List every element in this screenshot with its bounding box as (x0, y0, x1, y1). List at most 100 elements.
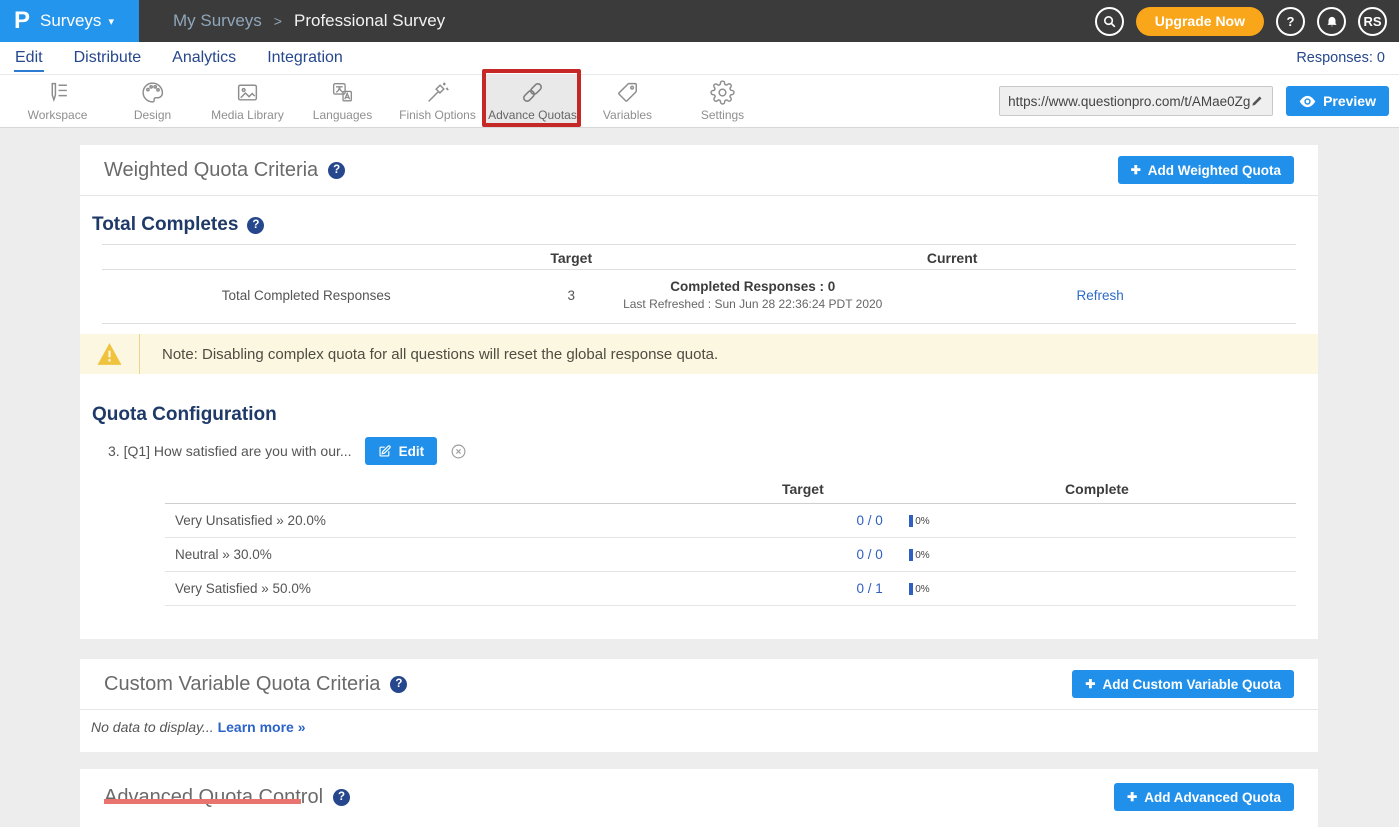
total-completes-title: Total Completes (92, 214, 238, 236)
warning-triangle-icon (96, 342, 123, 366)
user-avatar[interactable]: RS (1358, 7, 1387, 36)
workspace-icon (45, 80, 70, 105)
magic-wand-icon (425, 80, 450, 105)
translate-icon (330, 80, 355, 105)
weighted-quota-title: Weighted Quota Criteria ? (104, 159, 345, 182)
preview-button[interactable]: Preview (1286, 86, 1389, 116)
chevron-down-icon: ▾ (108, 15, 114, 28)
completed-responses-count: Completed Responses : 0 (623, 279, 882, 294)
table-row: Very Satisfied » 50.0% 0 / 1 0% (165, 572, 1296, 606)
tab-integration[interactable]: Integration (266, 45, 344, 72)
toolbar-item-design[interactable]: Design (105, 75, 200, 127)
tab-analytics[interactable]: Analytics (171, 45, 237, 72)
breadcrumb-current-survey: Professional Survey (294, 11, 445, 31)
answer-option-label: Very Unsatisfied » 20.0% (175, 513, 326, 528)
edit-pencil-icon (378, 444, 392, 458)
total-completes-table: Target Current Total Completed Responses… (102, 244, 1296, 324)
target-value: 3 (567, 288, 575, 303)
total-completes-help-icon[interactable]: ? (247, 217, 264, 234)
total-completes-header-row: Target Current (102, 244, 1296, 270)
percent-value: 0% (915, 516, 929, 527)
refresh-link[interactable]: Refresh (1077, 288, 1124, 303)
responses-count[interactable]: Responses: 0 (1296, 50, 1385, 66)
target-count: 0 / 0 (856, 513, 882, 528)
answer-option-label: Very Satisfied » 50.0% (175, 581, 311, 596)
product-name: Surveys ▾ (40, 11, 114, 31)
topbar-actions: Upgrade Now ? RS (1095, 0, 1399, 42)
add-weighted-quota-button[interactable]: ✚ Add Weighted Quota (1118, 156, 1294, 184)
edit-url-pencil-icon[interactable] (1250, 94, 1264, 108)
gear-icon (710, 80, 735, 105)
module-nav: Edit Distribute Analytics Integration Re… (0, 42, 1399, 75)
progress-meter: 0% (909, 583, 929, 595)
edit-quota-button[interactable]: Edit (365, 437, 438, 465)
quota-question-row: 3. [Q1] How satisfied are you with our..… (108, 437, 1318, 465)
chain-links-icon (520, 80, 545, 105)
surveys-product-switcher[interactable]: P Surveys ▾ (0, 0, 139, 42)
eye-icon (1299, 95, 1316, 108)
search-icon (1102, 14, 1117, 29)
last-refreshed-timestamp: Last Refreshed : Sun Jun 28 22:36:24 PDT… (623, 297, 882, 311)
breadcrumb-separator: > (274, 13, 282, 29)
total-completed-responses-label: Total Completed Responses (222, 288, 391, 303)
toolbar-item-settings[interactable]: Settings (675, 75, 770, 127)
current-status: Completed Responses : 0 Last Refreshed :… (623, 279, 882, 311)
note-banner: Note: Disabling complex quota for all qu… (80, 334, 1318, 374)
plus-icon: ✚ (1131, 163, 1141, 177)
toolbar-item-finish-options[interactable]: Finish Options (390, 75, 485, 127)
survey-url-input[interactable] (1008, 94, 1250, 109)
tab-edit[interactable]: Edit (14, 45, 44, 72)
advanced-quota-title: Advanced Quota Control ? (104, 786, 350, 809)
answer-option-label: Neutral » 30.0% (175, 547, 272, 562)
target-count: 0 / 0 (856, 547, 882, 562)
bell-icon (1325, 14, 1339, 28)
toolbar-item-advance-quotas[interactable]: Advance Quotas (485, 75, 580, 127)
column-target: Target (782, 481, 824, 497)
quota-configuration-title: Quota Configuration (92, 404, 1306, 426)
custom-variable-quota-card: Custom Variable Quota Criteria ? ✚ Add C… (80, 659, 1318, 752)
weighted-quota-card: Weighted Quota Criteria ? ✚ Add Weighted… (80, 145, 1318, 639)
palette-icon (140, 80, 165, 105)
add-custom-variable-quota-button[interactable]: ✚ Add Custom Variable Quota (1072, 670, 1294, 698)
advanced-quota-card: Advanced Quota Control ? ✚ Add Advanced … (80, 769, 1318, 827)
percent-value: 0% (915, 550, 929, 561)
progress-meter: 0% (909, 515, 929, 527)
percent-value: 0% (915, 584, 929, 595)
column-current: Current (927, 250, 978, 266)
column-complete: Complete (1065, 481, 1129, 497)
total-completes-row: Total Completed Responses 3 Completed Re… (102, 270, 1296, 324)
question-mark-icon: ? (1287, 14, 1295, 29)
upgrade-now-button[interactable]: Upgrade Now (1136, 7, 1264, 36)
tab-distribute[interactable]: Distribute (73, 45, 143, 72)
toolbar-item-languages[interactable]: Languages (295, 75, 390, 127)
no-data-text: No data to display... (91, 719, 214, 735)
toolbar-item-workspace[interactable]: Workspace (10, 75, 105, 127)
notifications-button[interactable] (1317, 7, 1346, 36)
toolbar-item-media-library[interactable]: Media Library (200, 75, 295, 127)
learn-more-link[interactable]: Learn more » (218, 719, 306, 735)
table-row: Neutral » 30.0% 0 / 0 0% (165, 538, 1296, 572)
progress-bar (909, 583, 913, 595)
custom-variable-help-icon[interactable]: ? (390, 676, 407, 693)
weighted-quota-help-icon[interactable]: ? (328, 162, 345, 179)
add-advanced-quota-button[interactable]: ✚ Add Advanced Quota (1114, 783, 1294, 811)
search-button[interactable] (1095, 7, 1124, 36)
progress-bar (909, 549, 913, 561)
table-row: Very Unsatisfied » 20.0% 0 / 0 0% (165, 504, 1296, 538)
breadcrumb-my-surveys[interactable]: My Surveys (173, 11, 262, 31)
quota-config-header-row: Target Complete (165, 474, 1296, 504)
help-button[interactable]: ? (1276, 7, 1305, 36)
edit-toolbar: Workspace Design Media Library Languages… (0, 75, 1399, 128)
column-target: Target (550, 250, 592, 266)
plus-icon: ✚ (1085, 677, 1095, 691)
note-text: Note: Disabling complex quota for all qu… (140, 334, 718, 374)
breadcrumb: My Surveys > Professional Survey (139, 0, 445, 42)
advanced-quota-help-icon[interactable]: ? (333, 789, 350, 806)
tag-icon (615, 80, 640, 105)
progress-bar (909, 515, 913, 527)
remove-quota-icon[interactable] (450, 443, 467, 460)
plus-icon: ✚ (1127, 790, 1137, 804)
survey-url-field[interactable] (999, 86, 1273, 116)
progress-meter: 0% (909, 549, 929, 561)
toolbar-item-variables[interactable]: Variables (580, 75, 675, 127)
